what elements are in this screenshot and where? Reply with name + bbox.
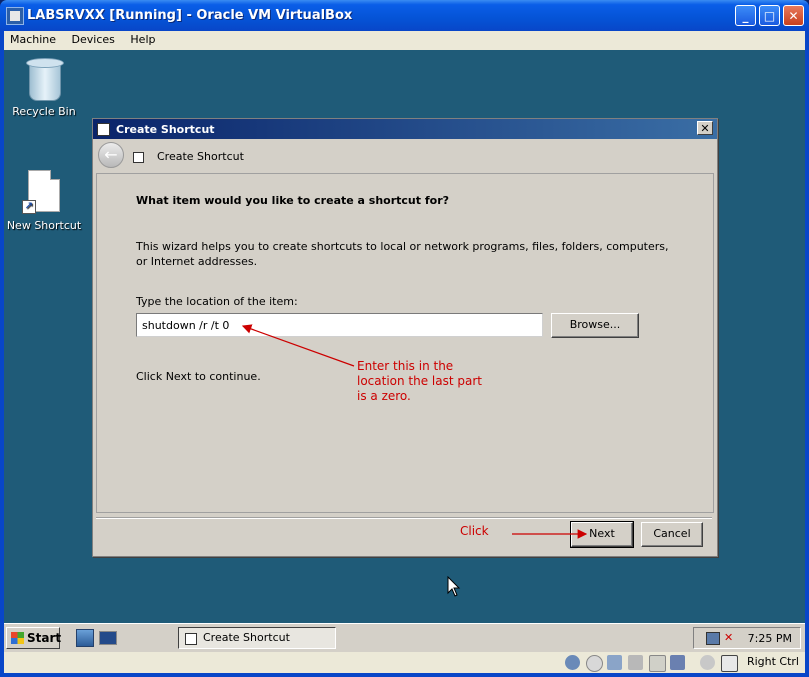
start-button[interactable]: Start	[6, 627, 62, 649]
annotation-arrows	[241, 324, 588, 539]
mouse-cursor-icon	[447, 576, 461, 597]
hard-disk-icon[interactable]	[565, 655, 580, 670]
clock: 7:25 PM	[747, 632, 792, 645]
shared-folders-icon[interactable]	[628, 655, 643, 670]
start-label: Start	[27, 631, 62, 645]
capture-icon[interactable]	[700, 655, 715, 670]
display-icon[interactable]	[670, 655, 685, 670]
optical-drive-icon[interactable]	[586, 655, 603, 672]
host-key-label: Right Ctrl	[746, 655, 799, 668]
system-tray: ✕ 7:25 PM	[693, 627, 801, 649]
usb-icon[interactable]	[607, 655, 622, 670]
network-icon[interactable]	[706, 632, 720, 645]
task-button-label: Create Shortcut	[203, 631, 290, 644]
host-status-bar: Right Ctrl	[4, 652, 805, 673]
windows-logo-icon	[11, 632, 24, 644]
shortcut-icon	[185, 633, 197, 645]
taskbar-button-create-shortcut[interactable]: Create Shortcut	[178, 627, 336, 649]
volume-muted-icon[interactable]: ✕	[724, 632, 736, 644]
guest-taskbar: Start Create Shortcut ✕ 7:25 PM	[4, 623, 805, 652]
powershell-icon[interactable]	[99, 631, 117, 645]
annotation-arrow-to-input	[241, 324, 355, 367]
keyboard-capture-icon[interactable]	[721, 655, 738, 672]
folder-icon[interactable]	[649, 655, 666, 672]
server-manager-icon[interactable]	[76, 629, 94, 647]
